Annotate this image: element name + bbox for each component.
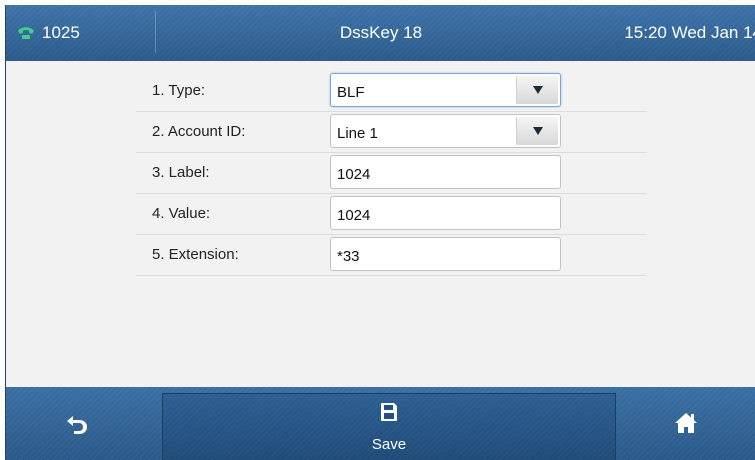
extension-value: *33 bbox=[337, 248, 360, 265]
extension-label: 5. Extension: bbox=[152, 246, 239, 263]
value-label: 4. Value: bbox=[152, 205, 211, 222]
save-button[interactable]: Save bbox=[162, 393, 616, 460]
account-id-dropdown-button[interactable] bbox=[516, 117, 558, 145]
floppy-disk-icon bbox=[381, 403, 397, 421]
home-icon bbox=[675, 413, 697, 433]
clock: 15:20 Wed Jan 14 bbox=[624, 23, 755, 42]
dsskey-form: 1. Type: BLF 2. Account ID: Line 1 3. La… bbox=[6, 61, 755, 387]
form-row-type: 1. Type: BLF bbox=[136, 71, 646, 112]
account-id-label: 2. Account ID: bbox=[152, 123, 246, 140]
form-row-extension: 5. Extension: *33 bbox=[136, 235, 646, 276]
type-value: BLF bbox=[337, 84, 365, 101]
label-label: 3. Label: bbox=[152, 164, 210, 181]
back-arrow-icon bbox=[67, 416, 87, 434]
status-bar: 1025 DssKey 18 15:20 Wed Jan 14 bbox=[6, 5, 755, 59]
back-button[interactable] bbox=[6, 387, 162, 460]
form-row-label: 3. Label: 1024 bbox=[136, 153, 646, 194]
account-id-select[interactable]: Line 1 bbox=[330, 114, 561, 148]
save-label: Save bbox=[371, 436, 407, 453]
value-value: 1024 bbox=[337, 207, 371, 224]
form-row-account: 2. Account ID: Line 1 bbox=[136, 112, 646, 153]
type-select[interactable]: BLF bbox=[330, 73, 561, 107]
value-input[interactable]: 1024 bbox=[330, 196, 561, 230]
triangle-down-icon bbox=[533, 86, 543, 94]
phone-screen: 1025 DssKey 18 15:20 Wed Jan 14 1. Type:… bbox=[5, 5, 755, 460]
triangle-down-icon bbox=[533, 127, 543, 135]
label-input[interactable]: 1024 bbox=[330, 155, 561, 189]
label-value: 1024 bbox=[337, 166, 371, 183]
extension-input[interactable]: *33 bbox=[330, 237, 561, 271]
form-row-value: 4. Value: 1024 bbox=[136, 194, 646, 235]
home-button[interactable] bbox=[616, 387, 755, 460]
type-label: 1. Type: bbox=[152, 82, 206, 99]
type-dropdown-button[interactable] bbox=[516, 76, 558, 104]
softkey-bar: Save bbox=[6, 387, 755, 460]
account-id-value: Line 1 bbox=[337, 125, 378, 142]
